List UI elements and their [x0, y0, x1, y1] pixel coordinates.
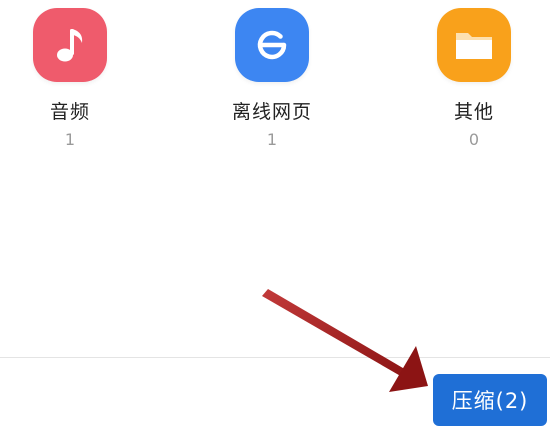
category-label: 离线网页: [231, 101, 312, 123]
category-count: 1: [64, 130, 76, 149]
category-offline-web[interactable]: 离线网页 1: [202, 8, 342, 150]
compress-button-label: 压缩(2): [451, 389, 529, 413]
category-other[interactable]: 其他 0: [404, 8, 544, 150]
bottom-divider: [0, 357, 550, 358]
category-count: 1: [266, 130, 278, 149]
offline-web-tile[interactable]: [235, 8, 309, 82]
category-label: 音频: [49, 101, 90, 123]
music-note-icon: [57, 29, 83, 62]
category-count: 0: [468, 130, 480, 149]
browser-e-icon: [257, 30, 287, 60]
category-label: 其他: [453, 101, 494, 123]
folder-icon: [456, 33, 492, 59]
audio-tile[interactable]: [33, 8, 107, 82]
category-audio[interactable]: 音频 1: [0, 8, 140, 150]
other-tile[interactable]: [437, 8, 511, 82]
compress-button[interactable]: 压缩(2): [433, 374, 547, 426]
